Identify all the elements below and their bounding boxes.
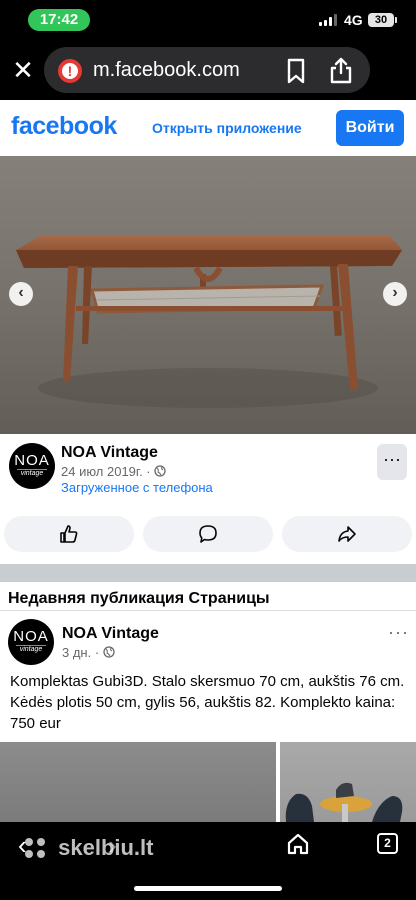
watermark-text: skelbiu.lt — [58, 835, 154, 861]
page-name[interactable]: NOA Vintage — [62, 625, 159, 643]
post-image[interactable] — [280, 742, 416, 822]
comment-icon — [199, 525, 217, 543]
post-date-row: 24 июл 2019г. · — [61, 464, 166, 479]
tabs-button[interactable]: 2 — [377, 833, 398, 854]
section-divider — [0, 564, 416, 582]
share-arrow-icon — [338, 526, 356, 542]
thumbs-up-icon — [60, 525, 78, 543]
close-icon[interactable]: ✕ — [8, 55, 38, 85]
post-time[interactable]: 3 дн. · — [62, 645, 103, 660]
url-text[interactable]: m.facebook.com — [93, 59, 240, 82]
chairs-image — [285, 782, 403, 822]
watermark-logo-icon — [25, 838, 45, 859]
post-header: NOA vintage NOA Vintage 24 июл 2019г. · … — [0, 434, 416, 564]
signal-icon — [319, 14, 339, 26]
comment-button[interactable] — [143, 516, 273, 552]
post-image[interactable] — [0, 742, 276, 822]
open-app-link[interactable]: Открыть приложение — [152, 120, 338, 136]
browser-bottom-bar: ‹ › skelbiu.lt 2 — [0, 822, 416, 900]
facebook-header: facebook Открыть приложение Войти — [0, 100, 416, 156]
coffee-table-image — [0, 156, 416, 434]
section-title: Недавняя публикация Страницы — [8, 590, 270, 607]
divider — [0, 610, 416, 611]
battery-icon: 30 — [368, 13, 397, 27]
clock: 17:42 — [28, 9, 90, 31]
post-date[interactable]: 24 июл 2019г. · — [61, 464, 154, 479]
warning-icon[interactable] — [58, 59, 82, 83]
watermark: skelbiu.lt — [22, 834, 153, 861]
avatar[interactable]: NOA vintage — [9, 443, 55, 489]
next-photo-button[interactable]: › — [383, 282, 407, 306]
post-time-row: 3 дн. · — [62, 645, 115, 660]
home-icon[interactable] — [286, 833, 310, 855]
avatar-subtext: vintage — [16, 645, 46, 653]
globe-icon — [103, 646, 115, 658]
login-button[interactable]: Войти — [336, 110, 404, 146]
page-name[interactable]: NOA Vintage — [61, 444, 158, 462]
avatar[interactable]: NOA vintage — [8, 619, 54, 665]
like-button[interactable] — [4, 516, 134, 552]
more-options-button[interactable]: ··· — [377, 444, 407, 480]
post-text: Komplektas Gubi3D. Stalo skersmuo 70 cm,… — [10, 673, 405, 732]
upload-source-link[interactable]: Загруженное с телефона — [61, 480, 213, 495]
network-type: 4G — [344, 12, 363, 28]
share-button[interactable] — [282, 516, 412, 552]
bookmark-icon[interactable] — [284, 58, 308, 84]
browser-toolbar: ✕ m.facebook.com — [0, 40, 416, 100]
recent-posts-section: Недавняя публикация Страницы NOA vintage… — [0, 582, 416, 822]
globe-icon — [154, 465, 166, 477]
avatar-subtext: vintage — [17, 469, 47, 477]
post-photo[interactable]: ‹ › — [0, 156, 416, 434]
share-icon[interactable] — [328, 56, 354, 84]
facebook-logo[interactable]: facebook — [11, 112, 117, 141]
more-options-button[interactable]: ··· — [388, 622, 409, 643]
home-indicator — [134, 886, 282, 891]
avatar-text: NOA — [13, 628, 49, 645]
previous-photo-button[interactable]: ‹ — [9, 282, 33, 306]
status-bar: 17:42 4G 30 — [0, 0, 416, 40]
address-bar[interactable]: m.facebook.com — [44, 47, 370, 93]
avatar-text: NOA — [14, 452, 50, 469]
